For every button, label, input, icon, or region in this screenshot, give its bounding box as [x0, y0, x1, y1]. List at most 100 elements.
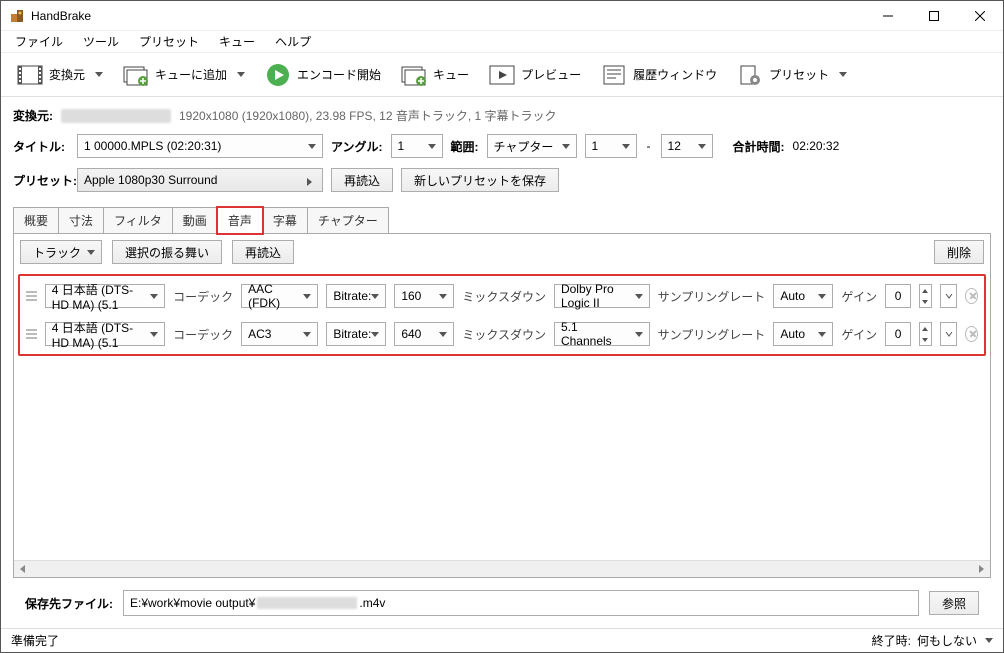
- scroll-right-icon[interactable]: [973, 561, 990, 578]
- angle-dropdown[interactable]: 1: [391, 134, 443, 158]
- track-bitrate-mode-dropdown[interactable]: Bitrate:: [326, 284, 386, 308]
- track-menu-button[interactable]: トラック: [20, 240, 102, 264]
- drag-handle-icon[interactable]: [26, 289, 37, 303]
- done-action-dropdown[interactable]: 何もしない: [917, 632, 993, 649]
- app-window: HandBrake ファイル ツール プリセット キュー ヘルプ 変換元 キュー…: [0, 0, 1004, 653]
- menubar: ファイル ツール プリセット キュー ヘルプ: [1, 31, 1003, 53]
- gain-label: ゲイン: [841, 326, 877, 343]
- presets-icon: [737, 63, 763, 87]
- toolbar-source-button[interactable]: 変換元: [9, 59, 111, 91]
- add-queue-icon: [123, 63, 149, 87]
- track-gain-input[interactable]: [885, 284, 911, 308]
- toolbar-presets-button[interactable]: プリセット: [729, 59, 855, 91]
- tab-summary[interactable]: 概要: [13, 207, 59, 234]
- savefile-redacted: [257, 597, 357, 609]
- track-samplerate-dropdown[interactable]: Auto: [773, 322, 833, 346]
- film-icon: [17, 63, 43, 87]
- title-row: タイトル: 1 00000.MPLS (02:20:31) アングル: 1 範囲…: [13, 134, 991, 158]
- duration-value: 02:20:32: [793, 139, 840, 153]
- audio-reload-button[interactable]: 再読込: [232, 240, 294, 264]
- source-row: 変換元: 1920x1080 (1920x1080), 23.98 FPS, 1…: [13, 107, 991, 124]
- toolbar-start-button[interactable]: エンコード開始: [257, 59, 389, 91]
- horizontal-scrollbar[interactable]: [14, 560, 990, 577]
- track-codec-dropdown[interactable]: AAC (FDK): [241, 284, 318, 308]
- done-label: 終了時:: [872, 632, 911, 649]
- track-source-dropdown[interactable]: 4 日本語 (DTS-HD MA) (5.1: [45, 284, 165, 308]
- track-bitrate-dropdown[interactable]: 640: [394, 322, 454, 346]
- selection-behavior-button[interactable]: 選択の振る舞い: [112, 240, 222, 264]
- toolbar-preview-button[interactable]: プレビュー: [481, 59, 589, 91]
- menu-help[interactable]: ヘルプ: [267, 31, 319, 52]
- track-bitrate-mode-dropdown[interactable]: Bitrate:: [326, 322, 386, 346]
- duration-label: 合計時間:: [733, 138, 785, 155]
- audio-track-row: 4 日本語 (DTS-HD MA) (5.1 コーデック AAC (FDK) B…: [26, 284, 978, 308]
- toolbar: 変換元 キューに追加 エンコード開始 キュー プレビュー 履歴ウィンドウ プリセ…: [1, 53, 1003, 97]
- maximize-button[interactable]: [911, 1, 957, 31]
- track-source-dropdown[interactable]: 4 日本語 (DTS-HD MA) (5.1: [45, 322, 165, 346]
- codec-label: コーデック: [173, 326, 233, 343]
- track-mixdown-dropdown[interactable]: Dolby Pro Logic II: [554, 284, 650, 308]
- browse-button[interactable]: 参照: [929, 591, 979, 615]
- mixdown-label: ミックスダウン: [462, 288, 546, 305]
- track-delete-icon[interactable]: [965, 288, 978, 304]
- toolbar-addqueue-button[interactable]: キューに追加: [115, 59, 253, 91]
- track-samplerate-dropdown[interactable]: Auto: [773, 284, 833, 308]
- tab-subtitles[interactable]: 字幕: [262, 207, 308, 234]
- scroll-left-icon[interactable]: [14, 561, 31, 578]
- track-expand-button[interactable]: [940, 284, 957, 308]
- gain-label: ゲイン: [841, 288, 877, 305]
- audio-toolbar: トラック 選択の振る舞い 再読込 削除: [14, 234, 990, 270]
- gain-spinner[interactable]: [919, 322, 932, 346]
- mixdown-label: ミックスダウン: [462, 326, 546, 343]
- toolbar-queue-button[interactable]: キュー: [393, 59, 477, 91]
- statusbar: 準備完了 終了時: 何もしない: [1, 628, 1003, 652]
- gain-spinner[interactable]: [919, 284, 932, 308]
- range-label: 範囲:: [451, 138, 479, 155]
- preset-row: プリセット: Apple 1080p30 Surround 再読込 新しいプリセ…: [13, 168, 991, 192]
- samplerate-label: サンプリングレート: [658, 326, 766, 343]
- audio-track-row: 4 日本語 (DTS-HD MA) (5.1 コーデック AC3 Bitrate…: [26, 322, 978, 346]
- savefile-label: 保存先ファイル:: [25, 595, 113, 612]
- source-path-redacted: [61, 109, 171, 123]
- minimize-button[interactable]: [865, 1, 911, 31]
- preset-dropdown[interactable]: Apple 1080p30 Surround: [77, 168, 323, 192]
- tab-video[interactable]: 動画: [172, 207, 218, 234]
- tab-chapters[interactable]: チャプター: [307, 207, 389, 234]
- audio-track-list: 4 日本語 (DTS-HD MA) (5.1 コーデック AAC (FDK) B…: [18, 274, 986, 356]
- tab-audio[interactable]: 音声: [217, 207, 263, 234]
- track-codec-dropdown[interactable]: AC3: [241, 322, 318, 346]
- drag-handle-icon[interactable]: [26, 327, 37, 341]
- track-scroll-area: [14, 360, 990, 560]
- menu-file[interactable]: ファイル: [7, 31, 71, 52]
- samplerate-label: サンプリングレート: [658, 288, 766, 305]
- track-gain-input[interactable]: [885, 322, 911, 346]
- audio-clear-button[interactable]: 削除: [934, 240, 984, 264]
- range-type-dropdown[interactable]: チャプター: [487, 134, 577, 158]
- menu-queue[interactable]: キュー: [211, 31, 263, 52]
- track-delete-icon[interactable]: [965, 326, 978, 342]
- range-to-dropdown[interactable]: 12: [661, 134, 713, 158]
- play-icon: [265, 63, 291, 87]
- preset-label: プリセット:: [13, 172, 69, 189]
- handbrake-app-icon: [9, 8, 25, 24]
- track-expand-button[interactable]: [940, 322, 957, 346]
- activity-icon: [601, 63, 627, 87]
- track-mixdown-dropdown[interactable]: 5.1 Channels: [554, 322, 650, 346]
- track-bitrate-dropdown[interactable]: 160: [394, 284, 454, 308]
- menu-tools[interactable]: ツール: [75, 31, 127, 52]
- savefile-input[interactable]: E:¥work¥movie output¥ .m4v: [123, 590, 919, 616]
- range-from-dropdown[interactable]: 1: [585, 134, 637, 158]
- menu-presets[interactable]: プリセット: [131, 31, 207, 52]
- title-dropdown[interactable]: 1 00000.MPLS (02:20:31): [77, 134, 323, 158]
- close-button[interactable]: [957, 1, 1003, 31]
- preset-savenew-button[interactable]: 新しいプリセットを保存: [401, 168, 559, 192]
- tab-dimensions[interactable]: 寸法: [58, 207, 104, 234]
- tab-filters[interactable]: フィルタ: [103, 207, 173, 234]
- codec-label: コーデック: [173, 288, 233, 305]
- toolbar-activity-button[interactable]: 履歴ウィンドウ: [593, 59, 725, 91]
- preset-reload-button[interactable]: 再読込: [331, 168, 393, 192]
- range-dash: -: [645, 139, 653, 153]
- audio-panel: トラック 選択の振る舞い 再読込 削除 4 日本語 (DTS-HD MA) (5…: [13, 233, 991, 578]
- status-text: 準備完了: [11, 632, 59, 649]
- preview-icon: [489, 63, 515, 87]
